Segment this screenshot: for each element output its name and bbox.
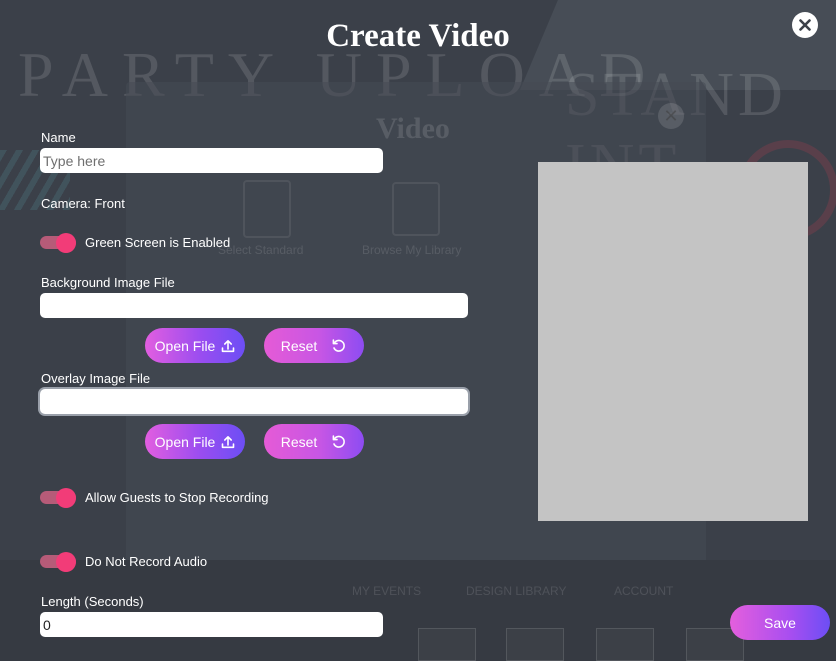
no-audio-toggle[interactable] xyxy=(40,552,78,572)
background-thumbnail xyxy=(596,628,654,661)
close-button[interactable] xyxy=(792,12,818,38)
reset-icon xyxy=(332,434,346,448)
background-nav-design: DESIGN LIBRARY xyxy=(466,584,567,598)
open-file-label: Open File xyxy=(154,337,216,354)
allow-guests-stop-toggle[interactable] xyxy=(40,488,78,508)
background-open-file-button[interactable]: Open File xyxy=(145,328,245,363)
overlay-image-label: Overlay Image File xyxy=(41,371,151,386)
reset-label: Reset xyxy=(280,337,318,354)
allow-guests-stop-label: Allow Guests to Stop Recording xyxy=(85,490,269,505)
background-thumbnail xyxy=(418,628,476,661)
name-input[interactable] xyxy=(40,148,383,173)
close-icon xyxy=(799,19,811,31)
background-dialog-title: Video xyxy=(376,112,450,145)
background-option-library: Browse My Library xyxy=(362,243,462,257)
name-label: Name xyxy=(41,130,76,145)
background-standard-icon xyxy=(243,180,291,238)
upload-icon xyxy=(222,435,235,448)
length-label: Length (Seconds) xyxy=(41,594,144,609)
length-input[interactable] xyxy=(40,612,383,637)
toggle-knob xyxy=(56,233,76,253)
toggle-knob xyxy=(56,552,76,572)
background-dialog-close-icon: ✕ xyxy=(658,103,684,129)
background-thumbnail xyxy=(506,628,564,661)
background-option-standard: Select Standard xyxy=(218,243,304,257)
video-preview xyxy=(538,162,808,521)
toggle-knob xyxy=(56,488,76,508)
reset-label: Reset xyxy=(280,433,318,450)
background-library-icon xyxy=(392,182,440,236)
background-nav-events: MY EVENTS xyxy=(352,584,422,598)
save-button[interactable]: Save xyxy=(730,605,830,640)
camera-label: Camera: Front xyxy=(41,196,125,211)
overlay-open-file-button[interactable]: Open File xyxy=(145,424,245,459)
no-audio-label: Do Not Record Audio xyxy=(85,554,208,569)
background-image-label: Background Image File xyxy=(41,275,175,290)
modal-title: Create Video xyxy=(326,18,510,54)
green-screen-label: Green Screen is Enabled xyxy=(85,235,231,250)
green-screen-toggle[interactable] xyxy=(40,233,78,253)
upload-icon xyxy=(222,339,235,352)
reset-icon xyxy=(332,338,346,352)
background-nav-account: ACCOUNT xyxy=(614,584,674,598)
open-file-label: Open File xyxy=(154,433,216,450)
overlay-image-input[interactable] xyxy=(40,389,468,414)
overlay-reset-button[interactable]: Reset xyxy=(264,424,364,459)
background-image-input[interactable] xyxy=(40,293,468,318)
background-reset-button[interactable]: Reset xyxy=(264,328,364,363)
